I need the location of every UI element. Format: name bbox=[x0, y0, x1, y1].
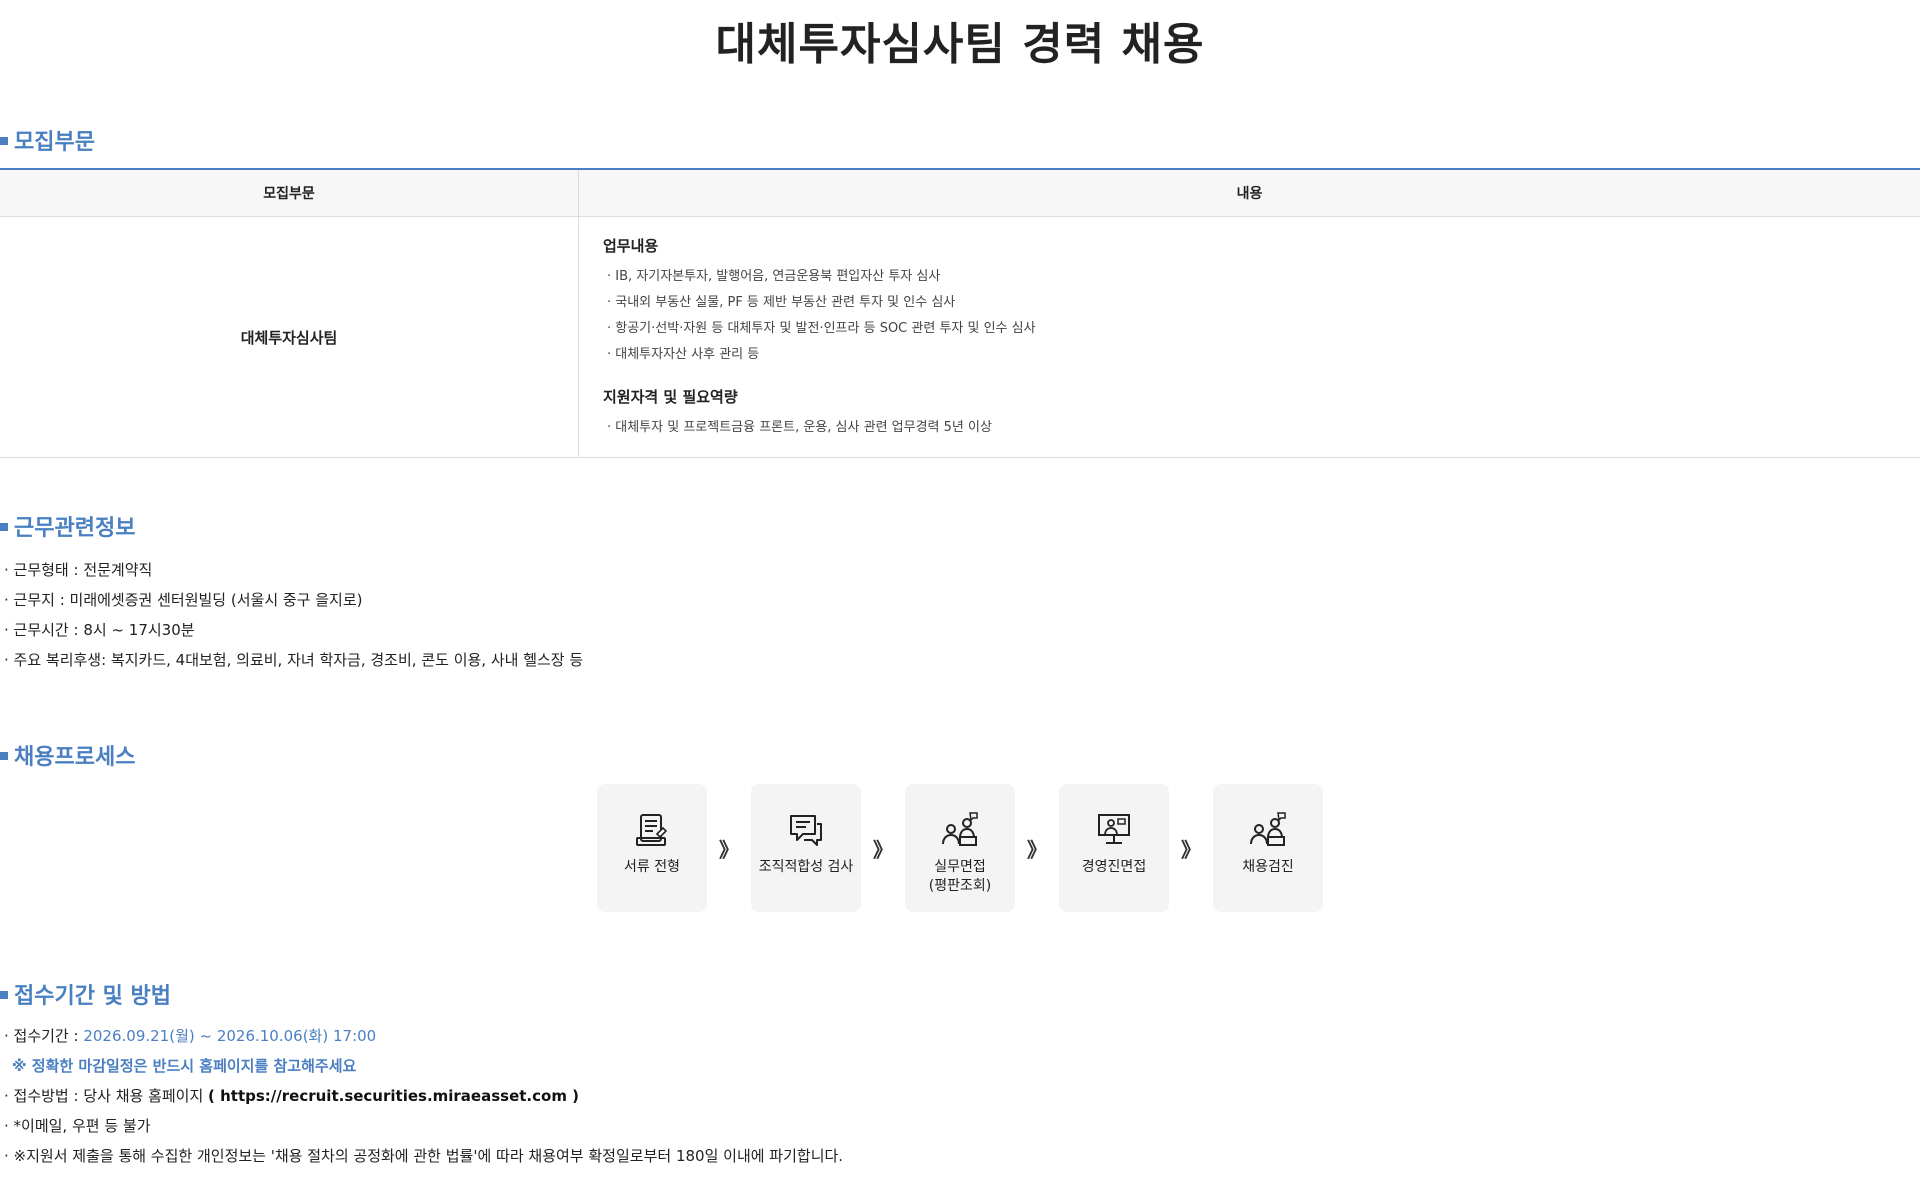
square-bullet-icon bbox=[0, 752, 8, 760]
process-step-document: 서류 전형 bbox=[597, 784, 707, 912]
apply-method: · 접수방법 : 당사 채용 홈페이지 ( https://recruit.se… bbox=[4, 1087, 580, 1105]
document-icon bbox=[636, 814, 668, 846]
monitor-presentation-icon bbox=[1098, 814, 1130, 844]
interview-icon bbox=[942, 812, 978, 846]
process-step-label: 조직적합성 검사 bbox=[758, 859, 854, 875]
section-heading-work: 근무관련정보 bbox=[0, 510, 135, 542]
work-info-list: · 근무형태 : 전문계약직 · 근무지 : 미래에셋증권 센터원빌딩 (서울시… bbox=[4, 555, 583, 675]
duties-heading: 업무내용 bbox=[603, 237, 659, 255]
work-info-location: · 근무지 : 미래에셋증권 센터원빌딩 (서울시 중구 을지로) bbox=[4, 591, 363, 609]
page-title: 대체투자심사팀 경력 채용 bbox=[715, 19, 1205, 70]
apply-period-note: ※ 정확한 마감일정은 반드시 홈페이지를 참고해주세요 bbox=[12, 1057, 357, 1075]
duty-item: · 항공기·선박·자원 등 대체투자 및 발전·인프라 등 SOC 관련 투자 … bbox=[607, 321, 1036, 336]
table-row: 대체투자심사팀 업무내용 · IB, 자기자본투자, 발행어음, 연금운용북 편… bbox=[0, 216, 1920, 458]
chevron-right-icon: 》 bbox=[873, 837, 893, 862]
work-info-employment-type: · 근무형태 : 전문계약직 bbox=[4, 561, 153, 579]
section-heading-process: 채용프로세스 bbox=[0, 739, 135, 771]
table-header-content: 내용 bbox=[578, 169, 1920, 217]
square-bullet-icon bbox=[0, 137, 8, 145]
process-step-label: 서류 전형 bbox=[624, 859, 680, 875]
department-cell: 대체투자심사팀 bbox=[0, 216, 579, 458]
apply-info-list: · 접수기간 : 2026.09.21(월) ~ 2026.10.06(화) 1… bbox=[4, 1021, 843, 1171]
qualification-item: · 대체투자 및 프로젝트금융 프론트, 운용, 심사 관련 업무경력 5년 이… bbox=[607, 420, 992, 435]
apply-period: · 접수기간 : 2026.09.21(월) ~ 2026.10.06(화) 1… bbox=[4, 1027, 377, 1045]
apply-no-email: · *이메일, 우편 등 불가 bbox=[4, 1117, 151, 1135]
work-info-hours: · 근무시간 : 8시 ~ 17시30분 bbox=[4, 621, 195, 639]
process-step-label: 경영진면접 bbox=[1081, 859, 1147, 875]
square-bullet-icon bbox=[0, 523, 8, 531]
process-step-practical-interview: 실무면접 (평판조회) bbox=[905, 784, 1015, 912]
qualification-heading: 지원자격 및 필요역량 bbox=[603, 388, 738, 406]
interview-icon bbox=[1250, 812, 1286, 846]
process-step-label: 채용검진 bbox=[1242, 859, 1294, 875]
recruit-homepage-link[interactable]: ( https://recruit.securities.miraeasset.… bbox=[208, 1087, 579, 1105]
chevron-right-icon: 》 bbox=[1027, 837, 1047, 862]
section-heading-apply: 접수기간 및 방법 bbox=[0, 978, 171, 1010]
duty-item: · IB, 자기자본투자, 발행어음, 연금운용북 편입자산 투자 심사 bbox=[607, 269, 941, 284]
table-header-department: 모집부문 bbox=[0, 169, 579, 217]
hiring-process: 서류 전형 》 조직적합성 검사 》 실무면접 (평판조회) 》 경영진면접 》… bbox=[597, 784, 1323, 912]
process-step-health-check: 채용검진 bbox=[1213, 784, 1323, 912]
recruit-table: 모집부문 내용 대체투자심사팀 업무내용 · IB, 자기자본투자, 발행어음,… bbox=[0, 168, 1920, 458]
duty-item: · 대체투자자산 사후 관리 등 bbox=[607, 347, 760, 362]
apply-period-value: 2026.09.21(월) ~ 2026.10.06(화) 17:00 bbox=[83, 1027, 377, 1045]
chevron-right-icon: 》 bbox=[719, 837, 739, 862]
privacy-notice: · ※지원서 제출을 통해 수집한 개인정보는 '채용 절차의 공정화에 관한 … bbox=[4, 1147, 844, 1165]
chevron-right-icon: 》 bbox=[1181, 837, 1201, 862]
table-header-row: 모집부문 내용 bbox=[0, 169, 1920, 217]
process-step-label: 실무면접 (평판조회) bbox=[928, 859, 992, 894]
chat-icon bbox=[790, 815, 822, 846]
work-info-benefits: · 주요 복리후생: 복지카드, 4대보험, 의료비, 자녀 학자금, 경조비,… bbox=[4, 651, 584, 669]
section-heading-recruit: 모집부문 bbox=[0, 124, 95, 156]
square-bullet-icon bbox=[0, 991, 8, 999]
duty-item: · 국내외 부동산 실물, PF 등 제반 부동산 관련 투자 및 인수 심사 bbox=[607, 295, 956, 310]
content-cell: 업무내용 · IB, 자기자본투자, 발행어음, 연금운용북 편입자산 투자 심… bbox=[578, 216, 1920, 458]
process-step-aptitude: 조직적합성 검사 bbox=[751, 784, 861, 912]
process-step-executive-interview: 경영진면접 bbox=[1059, 784, 1169, 912]
